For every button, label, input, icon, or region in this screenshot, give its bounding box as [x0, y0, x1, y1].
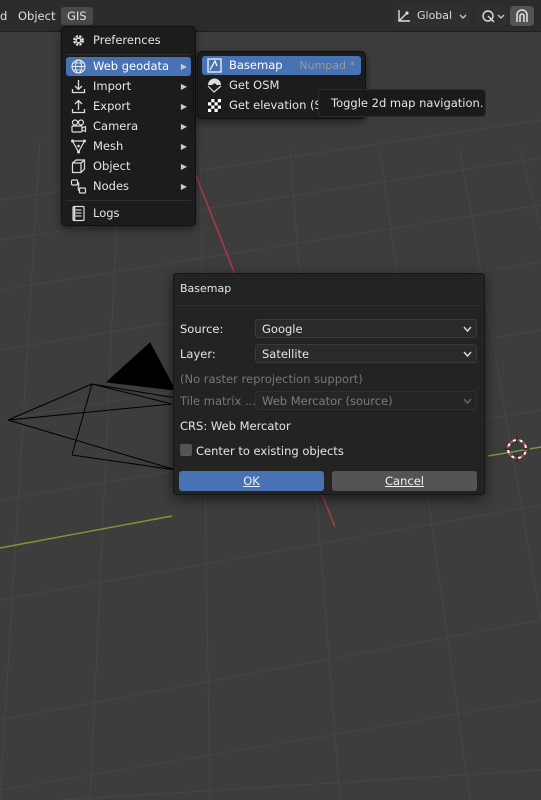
- menu-gis[interactable]: GIS: [61, 7, 93, 25]
- submenu-arrow-icon: ▶: [180, 62, 187, 71]
- camera-icon: [71, 119, 87, 133]
- menu-item-import[interactable]: Import ▶: [66, 77, 191, 96]
- tile-matrix-label: Tile matrix ...: [180, 394, 256, 408]
- globe-icon: [71, 59, 86, 74]
- submenu-arrow-icon: ▶: [180, 82, 187, 91]
- tile-matrix-value: Web Mercator (source): [262, 394, 393, 408]
- menu-item-basemap[interactable]: Basemap Numpad *: [202, 56, 361, 75]
- source-label: Source:: [180, 322, 224, 336]
- menu-item-label: Logs: [93, 206, 120, 220]
- gis-menu: Preferences Web geodata ▶ Import ▶ Expor…: [61, 26, 196, 226]
- ok-button-label: OK: [243, 474, 260, 488]
- chevron-down-icon: [497, 14, 505, 19]
- source-value: Google: [262, 322, 303, 336]
- menu-divider: [66, 200, 191, 201]
- ok-button[interactable]: OK: [179, 471, 324, 491]
- menu-divider: [66, 54, 191, 55]
- crs-text: CRS: Web Mercator: [180, 419, 291, 433]
- menu-item-logs[interactable]: Logs: [66, 204, 191, 223]
- logs-icon: [72, 205, 85, 222]
- menu-item-label: Nodes: [93, 179, 130, 193]
- mesh-icon: [71, 139, 86, 154]
- center-to-objects-checkbox[interactable]: [180, 444, 192, 456]
- snap-icon: [516, 9, 528, 22]
- dialog-divider: [178, 305, 480, 306]
- menu-item-mesh[interactable]: Mesh ▶: [66, 137, 191, 156]
- menu-item-label: Object: [93, 159, 131, 173]
- menu-item-object[interactable]: Object ▶: [66, 157, 191, 176]
- menu-item-export[interactable]: Export ▶: [66, 97, 191, 116]
- link-icon: [482, 10, 495, 23]
- submenu-arrow-icon: ▶: [180, 162, 187, 171]
- menu-object[interactable]: Object: [12, 7, 61, 25]
- basemap-dialog: Basemap Source: Google Layer: Satellite …: [173, 273, 485, 495]
- tile-matrix-dropdown: Web Mercator (source): [255, 391, 477, 410]
- chevron-down-icon: [463, 398, 472, 405]
- transform-orientation-icon: [398, 10, 410, 22]
- elevation-icon: [208, 99, 221, 112]
- layer-dropdown[interactable]: Satellite: [255, 344, 477, 363]
- menu-item-label: Camera: [93, 119, 139, 133]
- menu-item-nodes[interactable]: Nodes ▶: [66, 177, 191, 196]
- snap-toggle[interactable]: [510, 6, 534, 26]
- menu-item-label: Mesh: [93, 139, 124, 153]
- cancel-button-label: Cancel: [385, 474, 424, 488]
- submenu-arrow-icon: ▶: [180, 142, 187, 151]
- nodes-icon: [70, 179, 87, 194]
- gear-icon: [73, 35, 84, 46]
- center-to-objects-label: Center to existing objects: [196, 444, 344, 458]
- menu-item-label: Basemap: [229, 58, 283, 72]
- chevron-down-icon: [463, 326, 472, 333]
- menu-item-label: Get elevation (SR: [229, 98, 330, 112]
- layer-label: Layer:: [180, 347, 216, 361]
- reprojection-note: (No raster reprojection support): [180, 372, 363, 386]
- source-dropdown[interactable]: Google: [255, 319, 477, 338]
- basemap-icon: [207, 58, 222, 73]
- layer-value: Satellite: [262, 347, 310, 361]
- export-icon: [71, 99, 86, 114]
- chevron-down-icon: [463, 351, 472, 358]
- menu-item-label: Preferences: [93, 33, 161, 47]
- submenu-arrow-icon: ▶: [180, 122, 187, 131]
- menu-item-preferences[interactable]: Preferences: [66, 31, 191, 50]
- menu-item-label: Get OSM: [229, 78, 280, 92]
- menu-item-label: Import: [93, 79, 132, 93]
- osm-icon: [207, 78, 222, 93]
- pivot-link-dropdown[interactable]: [477, 6, 507, 26]
- submenu-arrow-icon: ▶: [180, 182, 187, 191]
- menu-item-label: Web geodata: [93, 59, 170, 73]
- chevron-down-icon: [459, 14, 467, 19]
- menu-item-camera[interactable]: Camera ▶: [66, 117, 191, 136]
- cube-icon: [71, 159, 86, 174]
- dialog-title: Basemap: [180, 282, 232, 295]
- import-icon: [71, 80, 86, 94]
- tooltip: Toggle 2d map navigation.: [318, 89, 486, 117]
- transform-orientation-dropdown[interactable]: Global: [393, 6, 470, 26]
- cancel-button[interactable]: Cancel: [332, 471, 477, 491]
- submenu-arrow-icon: ▶: [180, 102, 187, 111]
- shortcut-label: Numpad *: [299, 59, 355, 72]
- menu-item-web-geodata[interactable]: Web geodata ▶: [66, 57, 191, 76]
- menu-item-label: Export: [93, 99, 131, 113]
- orientation-label: Global: [417, 9, 453, 22]
